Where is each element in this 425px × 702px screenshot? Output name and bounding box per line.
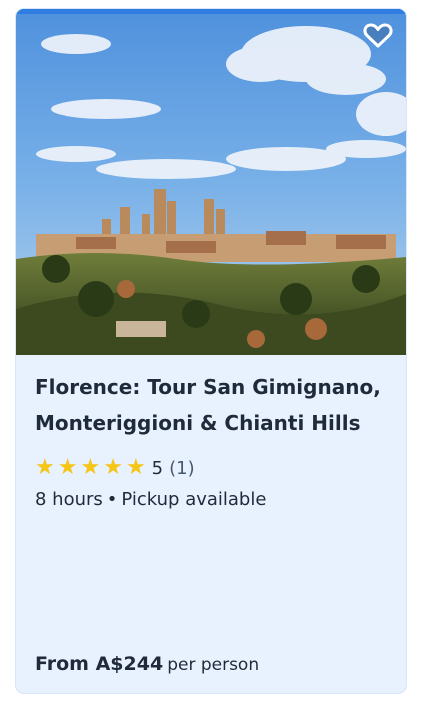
price-from: From A$244 xyxy=(35,653,164,675)
favorite-heart-icon[interactable] xyxy=(362,19,394,51)
rating-row: ★ ★ ★ ★ ★ 5 (1) xyxy=(35,455,390,481)
star-icon: ★ xyxy=(103,455,123,480)
price-per-person: per person xyxy=(167,655,260,675)
activity-meta: 8 hours • Pickup available xyxy=(35,489,390,510)
meta-separator: • xyxy=(106,489,118,510)
activity-card[interactable]: Florence: Tour San Gimignano, Monteriggi… xyxy=(16,9,406,693)
pickup-text: Pickup available xyxy=(121,489,267,510)
star-icon: ★ xyxy=(57,455,78,480)
price-row: From A$244 per person xyxy=(35,653,259,675)
activity-image[interactable] xyxy=(16,9,406,355)
landscape-illustration xyxy=(16,9,406,355)
rating-stars: ★ ★ ★ ★ ★ xyxy=(35,457,146,479)
review-count: (1) xyxy=(169,457,195,479)
duration-text: 8 hours xyxy=(35,489,103,510)
star-icon: ★ xyxy=(80,455,101,480)
card-content: Florence: Tour San Gimignano, Monteriggi… xyxy=(35,369,390,510)
star-icon: ★ xyxy=(35,455,55,480)
star-icon: ★ xyxy=(125,455,146,480)
activity-title[interactable]: Florence: Tour San Gimignano, Monteriggi… xyxy=(35,369,390,441)
card-top-bar xyxy=(16,9,406,14)
rating-score: 5 xyxy=(151,457,164,479)
